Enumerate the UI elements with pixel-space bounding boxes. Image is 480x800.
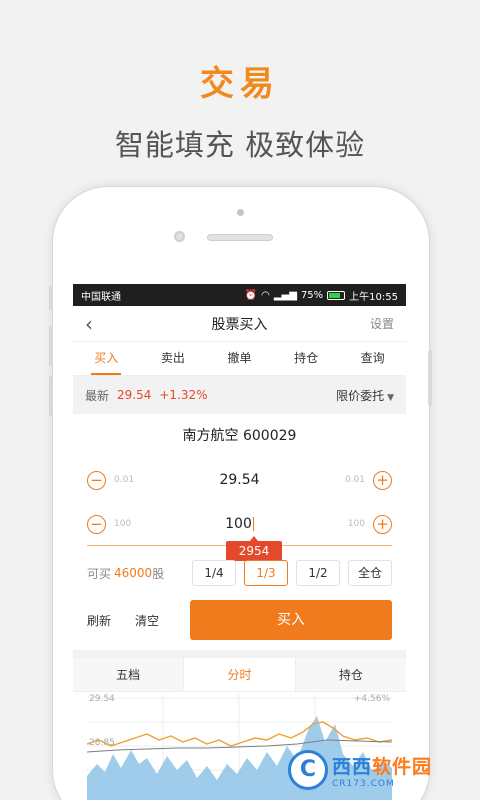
wifi-icon: ◠ xyxy=(261,289,270,301)
chart-top-price: 29.54 xyxy=(89,694,115,704)
text-cursor xyxy=(252,517,254,531)
phone-front-camera xyxy=(174,231,185,242)
watermark-title-a: 西西 xyxy=(332,755,373,778)
qty-minus-button[interactable]: − xyxy=(87,514,106,534)
phone-volume-down-button xyxy=(49,376,53,416)
refresh-button[interactable]: 刷新 xyxy=(87,612,111,629)
qty-step-right: 100 xyxy=(347,519,365,529)
promo-title: 交易 xyxy=(200,64,280,104)
quantity-stepper: − 100 100 100 + xyxy=(73,502,406,546)
watermark-logo-icon: C xyxy=(288,750,328,790)
price-step-right: 0.01 xyxy=(344,475,365,485)
watermark-title: 西西软件园 xyxy=(332,752,432,779)
chart-mid-price: 28.85 xyxy=(89,738,115,748)
position-ratio-row: 可买 46000 股 1/4 1/3 1/2 全仓 xyxy=(73,558,406,588)
stock-name[interactable]: 南方航空 600029 xyxy=(73,414,406,458)
action-row: 刷新 清空 买入 xyxy=(73,600,406,640)
order-type-select[interactable]: 限价委托 ▼ xyxy=(336,387,394,404)
clock: 上午10:55 xyxy=(349,291,398,303)
tab-five-levels[interactable]: 五档 xyxy=(73,658,184,691)
promo-subtitle: 智能填充 极致体验 xyxy=(114,128,366,162)
tab-query[interactable]: 查询 xyxy=(339,342,406,375)
price-plus-button[interactable]: + xyxy=(373,470,392,490)
watermark-logo: C 西西软件园 CR173.COM xyxy=(288,750,432,790)
app-screen: 中国联通 ⏰ ◠ ▂▄▆ 75% 上午10:55 ‹ 股票买入 设置 买入 卖出… xyxy=(73,284,406,800)
watermark-domain: CR173.COM xyxy=(332,778,395,789)
alarm-icon: ⏰ xyxy=(244,289,258,301)
ratio-full-button[interactable]: 全仓 xyxy=(348,560,392,586)
tab-cancel[interactable]: 撤单 xyxy=(206,342,273,375)
phone-power-button xyxy=(428,350,432,406)
chevron-down-icon: ▼ xyxy=(387,392,394,403)
ratio-quarter-button[interactable]: 1/4 xyxy=(192,560,236,586)
phone-volume-up-button xyxy=(49,326,53,366)
status-bar: 中国联通 ⏰ ◠ ▂▄▆ 75% 上午10:55 xyxy=(73,284,406,306)
phone-speaker xyxy=(207,234,273,241)
price-stepper: − 0.01 29.54 0.01 + xyxy=(73,458,406,502)
clear-button[interactable]: 清空 xyxy=(135,612,159,629)
latest-label: 最新 xyxy=(85,388,110,403)
page-title: 股票买入 xyxy=(211,316,268,333)
quantity-value: 100 xyxy=(225,516,252,532)
tab-chart-positions[interactable]: 持仓 xyxy=(295,658,406,691)
tab-positions[interactable]: 持仓 xyxy=(273,342,340,375)
qty-plus-button[interactable]: + xyxy=(373,514,392,534)
trade-tabs: 买入 卖出 撤单 持仓 查询 xyxy=(73,342,406,376)
phone-sensor xyxy=(237,209,244,216)
tab-sell[interactable]: 卖出 xyxy=(140,342,207,375)
battery-icon xyxy=(327,290,346,300)
order-type-label: 限价委托 xyxy=(336,388,385,403)
qty-step-left: 100 xyxy=(114,519,132,529)
chart-top-percent: +4.56% xyxy=(353,694,390,704)
chart-tabs: 五档 分时 持仓 xyxy=(73,658,406,692)
buy-button[interactable]: 买入 xyxy=(190,600,392,640)
nav-bar: ‹ 股票买入 设置 xyxy=(73,306,406,342)
back-icon[interactable]: ‹ xyxy=(85,314,105,334)
quantity-input[interactable]: 100 xyxy=(139,516,340,532)
settings-link[interactable]: 设置 xyxy=(370,315,394,332)
available-unit: 股 xyxy=(152,566,165,581)
section-divider xyxy=(73,650,406,658)
battery-percent: 75% xyxy=(300,289,324,301)
signal-icon: ▂▄▆ xyxy=(273,289,297,301)
ratio-half-button[interactable]: 1/2 xyxy=(296,560,340,586)
ratio-third-button[interactable]: 1/3 xyxy=(244,560,288,586)
price-step-left: 0.01 xyxy=(114,475,135,485)
price-input[interactable]: 29.54 xyxy=(142,472,337,488)
available-amount: 46000 xyxy=(114,566,153,580)
available-prefix: 可买 xyxy=(87,566,112,581)
watermark-text: 西西软件园 CR173.COM xyxy=(332,752,432,789)
watermark-title-b: 软件园 xyxy=(372,755,433,778)
latest-price: 29.54 xyxy=(117,388,152,402)
tab-buy[interactable]: 买入 xyxy=(73,342,140,375)
tab-intraday[interactable]: 分时 xyxy=(183,658,296,691)
quote-bar: 最新 29.54 +1.32% 限价委托 ▼ xyxy=(73,376,406,414)
price-minus-button[interactable]: − xyxy=(87,470,106,490)
phone-mute-button xyxy=(49,286,53,310)
price-change: +1.32% xyxy=(159,388,208,402)
carrier-label: 中国联通 xyxy=(81,291,121,303)
